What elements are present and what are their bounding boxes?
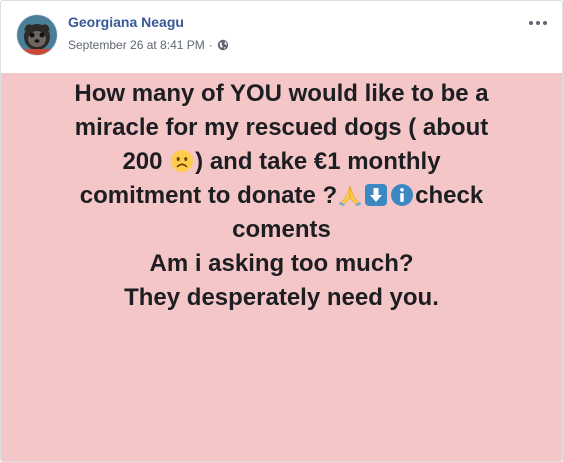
- author-name-link[interactable]: Georgiana Neagu: [68, 14, 184, 30]
- post-card: Georgiana Neagu September 26 at 8:41 PM …: [0, 0, 563, 462]
- post-text-line: comitment to donate ? check: [13, 179, 550, 213]
- globe-icon[interactable]: [217, 39, 229, 51]
- folded-hands-emoji: [338, 183, 362, 207]
- post-header: Georgiana Neagu September 26 at 8:41 PM …: [1, 1, 562, 73]
- post-text-segment: comitment to donate ?: [79, 182, 338, 209]
- post-text-segment: 200: [122, 148, 170, 175]
- post-text-line: How many of YOU would like to be a: [74, 80, 489, 107]
- post-timestamp-link[interactable]: September 26 at 8:41 PM: [68, 38, 205, 52]
- information-emoji: [390, 183, 414, 207]
- post-text-line: miracle for my rescued dogs ( about: [74, 114, 489, 141]
- author-avatar[interactable]: [17, 15, 57, 55]
- post-text-segment: ) and take €1 monthly: [195, 148, 441, 175]
- post-text: How many of YOU would like to be a mirac…: [13, 77, 550, 315]
- post-text-line: Am i asking too much?: [149, 250, 414, 277]
- more-options-icon[interactable]: [526, 13, 550, 33]
- down-arrow-emoji: [364, 183, 388, 207]
- frowning-face-emoji: [170, 149, 194, 173]
- dog-avatar-icon: [17, 15, 57, 55]
- post-text-line: 200 ) and take €1 monthly: [13, 145, 550, 179]
- post-meta: September 26 at 8:41 PM ·: [68, 38, 229, 52]
- post-text-line: They desperately need you.: [124, 284, 439, 311]
- post-text-line: coments: [232, 216, 331, 243]
- meta-separator: ·: [208, 38, 213, 52]
- post-text-segment: check: [415, 182, 484, 209]
